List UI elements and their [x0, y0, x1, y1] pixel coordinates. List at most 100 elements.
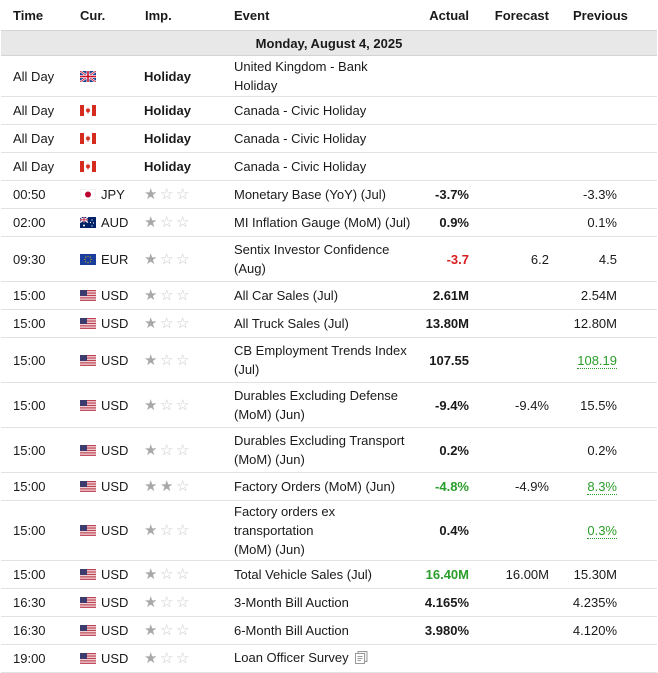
event-cell[interactable]: Durables Excluding Defense (MoM) (Jun) — [222, 382, 414, 428]
event-cell[interactable]: Total Vehicle Sales (Jul) — [222, 560, 414, 589]
table-row[interactable]: 19:00 USD ★ ☆ ☆ Loan Officer Survey — [1, 644, 657, 673]
header-time[interactable]: Time — [1, 0, 68, 31]
event-cell[interactable]: Factory orders ex transportation (MoM) (J… — [222, 500, 414, 561]
time-cell: 15:00 — [1, 337, 68, 383]
event-name-line2[interactable]: (MoM) (Jun) — [234, 542, 305, 557]
header-currency[interactable]: Cur. — [68, 0, 133, 31]
table-row[interactable]: All Day Holiday Canada - Civic Holiday — [1, 124, 657, 153]
header-event[interactable]: Event — [222, 0, 414, 31]
header-forecast[interactable]: Forecast — [478, 0, 561, 31]
currency-cell: USD — [68, 337, 133, 383]
event-cell[interactable]: Monetary Base (YoY) (Jul) — [222, 180, 414, 209]
time-cell: 15:00 — [1, 427, 68, 473]
economic-calendar-table: Time Cur. Imp. Event Actual Forecast Pre… — [1, 0, 657, 673]
event-name[interactable]: All Truck Sales (Jul) — [234, 316, 349, 331]
event-name[interactable]: Canada - Civic Holiday — [234, 103, 366, 118]
event-name[interactable]: Monetary Base (YoY) (Jul) — [234, 187, 386, 202]
forecast-cell — [478, 180, 561, 209]
event-name-line1[interactable]: Durables Excluding Transport — [234, 433, 405, 448]
event-name[interactable]: Canada - Civic Holiday — [234, 131, 366, 146]
event-cell[interactable]: Loan Officer Survey — [222, 644, 414, 673]
table-row[interactable]: 15:00 USD ★ ☆ ☆ All Car Sales (Jul) 2.61M 2.54M — [1, 281, 657, 310]
header-previous[interactable]: Previous — [561, 0, 657, 31]
event-name[interactable]: All Car Sales (Jul) — [234, 288, 338, 303]
importance-cell: ★ ☆ ☆ — [133, 208, 222, 237]
event-name-line1[interactable]: CB Employment Trends Index — [234, 343, 407, 358]
table-row[interactable]: All Day Holiday United Kingdom - Bank Holi… — [1, 55, 657, 97]
table-row[interactable]: 15:00 USD ★ ☆ ☆ Factory orders ex transportat… — [1, 500, 657, 561]
forecast-cell — [478, 500, 561, 561]
table-row[interactable]: 15:00 USD ★ ★ ☆ Factory Orders (MoM) (Jun) -4.… — [1, 472, 657, 501]
table-row[interactable]: 15:00 USD ★ ☆ ☆ CB Employment Trends Index (Ju… — [1, 337, 657, 383]
previous-cell: 4.120% — [561, 616, 657, 645]
importance-cell: Holiday — [133, 96, 222, 125]
event-cell[interactable]: Canada - Civic Holiday — [222, 96, 414, 125]
currency-cell: USD — [68, 472, 133, 501]
table-row[interactable]: 15:00 USD ★ ☆ ☆ Durables Excluding Transport(… — [1, 427, 657, 473]
event-cell[interactable]: Canada - Civic Holiday — [222, 124, 414, 153]
forecast-cell — [478, 281, 561, 310]
event-name-line2[interactable]: (MoM) (Jun) — [234, 452, 305, 467]
table-row[interactable]: 15:00 USD ★ ☆ ☆ Durables Excluding Defense (Mo… — [1, 382, 657, 428]
event-cell[interactable]: 6-Month Bill Auction — [222, 616, 414, 645]
actual-cell: -9.4% — [414, 382, 478, 428]
event-name[interactable]: 3-Month Bill Auction — [234, 595, 349, 610]
document-icon[interactable] — [354, 650, 368, 669]
previous-revised-value[interactable]: 0.3% — [587, 523, 617, 539]
star-empty-icon: ☆ — [160, 650, 174, 667]
event-name[interactable]: Loan Officer Survey — [234, 650, 349, 665]
us-flag-icon — [80, 653, 96, 664]
event-cell[interactable]: Sentix Investor Confidence (Aug) — [222, 236, 414, 282]
time-cell: 15:00 — [1, 382, 68, 428]
actual-cell — [414, 96, 478, 125]
event-name[interactable]: Total Vehicle Sales (Jul) — [234, 567, 372, 582]
event-name[interactable]: Factory Orders (MoM) (Jun) — [234, 479, 395, 494]
event-cell[interactable]: CB Employment Trends Index (Jul) — [222, 337, 414, 383]
table-row[interactable]: 16:30 USD ★ ☆ ☆ 3-Month Bill Auction 4.165% 4.2… — [1, 588, 657, 617]
previous-revised-value[interactable]: 8.3% — [587, 479, 617, 495]
event-name-line1[interactable]: Sentix Investor Confidence — [234, 242, 389, 257]
previous-cell: 15.5% — [561, 382, 657, 428]
forecast-cell — [478, 309, 561, 338]
event-name[interactable]: Canada - Civic Holiday — [234, 159, 366, 174]
table-row[interactable]: 15:00 USD ★ ☆ ☆ All Truck Sales (Jul) 13.80M 12… — [1, 309, 657, 338]
star-empty-icon: ☆ — [176, 315, 190, 332]
header-actual[interactable]: Actual — [414, 0, 478, 31]
eu-flag-icon — [80, 253, 96, 265]
event-cell[interactable]: United Kingdom - Bank Holiday — [222, 55, 414, 97]
event-name-line2[interactable]: (Jul) — [234, 362, 259, 377]
event-name-line2[interactable]: (MoM) (Jun) — [234, 407, 305, 422]
importance-cell: ★ ☆ ☆ — [133, 309, 222, 338]
table-row[interactable]: 02:00 AUD ★ ☆ ☆ MI Inflation Gauge (MoM) (Jul… — [1, 208, 657, 237]
star-filled-icon: ★ — [144, 186, 158, 203]
currency-code: USD — [101, 397, 129, 413]
previous-cell: 0.1% — [561, 208, 657, 237]
table-row[interactable]: 16:30 USD ★ ☆ ☆ 6-Month Bill Auction 3.980% 4.1… — [1, 616, 657, 645]
previous-revised-value[interactable]: 108.19 — [577, 352, 617, 369]
event-name-line1[interactable]: Durables Excluding Defense — [234, 388, 398, 403]
header-importance[interactable]: Imp. — [133, 0, 222, 31]
table-row[interactable]: All Day Holiday Canada - Civic Holiday — [1, 96, 657, 125]
forecast-cell — [478, 588, 561, 617]
event-name[interactable]: MI Inflation Gauge (MoM) (Jul) — [234, 215, 410, 230]
currency-cell: USD — [68, 309, 133, 338]
event-name-line1[interactable]: Factory orders ex transportation — [234, 504, 335, 538]
previous-cell — [561, 55, 657, 97]
forecast-cell — [478, 96, 561, 125]
table-row[interactable]: 00:50 JPY ★ ☆ ☆ Monetary Base (YoY) (Jul) -3.7… — [1, 180, 657, 209]
event-cell[interactable]: All Car Sales (Jul) — [222, 281, 414, 310]
event-cell[interactable]: MI Inflation Gauge (MoM) (Jul) — [222, 208, 414, 237]
table-row[interactable]: All Day Holiday Canada - Civic Holiday — [1, 152, 657, 181]
event-cell[interactable]: Durables Excluding Transport (MoM) (Jun) — [222, 427, 414, 473]
table-row[interactable]: 15:00 USD ★ ☆ ☆ Total Vehicle Sales (Jul) 16.4… — [1, 560, 657, 589]
event-name[interactable]: United Kingdom - Bank Holiday — [234, 59, 368, 93]
table-row[interactable]: 09:30 EUR ★ ☆ ☆ Sentix Investor Confidence (Au… — [1, 236, 657, 282]
event-name[interactable]: 6-Month Bill Auction — [234, 623, 349, 638]
event-name-line2[interactable]: (Aug) — [234, 261, 266, 276]
currency-cell — [68, 55, 133, 97]
event-cell[interactable]: 3-Month Bill Auction — [222, 588, 414, 617]
currency-cell: USD — [68, 500, 133, 561]
event-cell[interactable]: All Truck Sales (Jul) — [222, 309, 414, 338]
event-cell[interactable]: Factory Orders (MoM) (Jun) — [222, 472, 414, 501]
event-cell[interactable]: Canada - Civic Holiday — [222, 152, 414, 181]
